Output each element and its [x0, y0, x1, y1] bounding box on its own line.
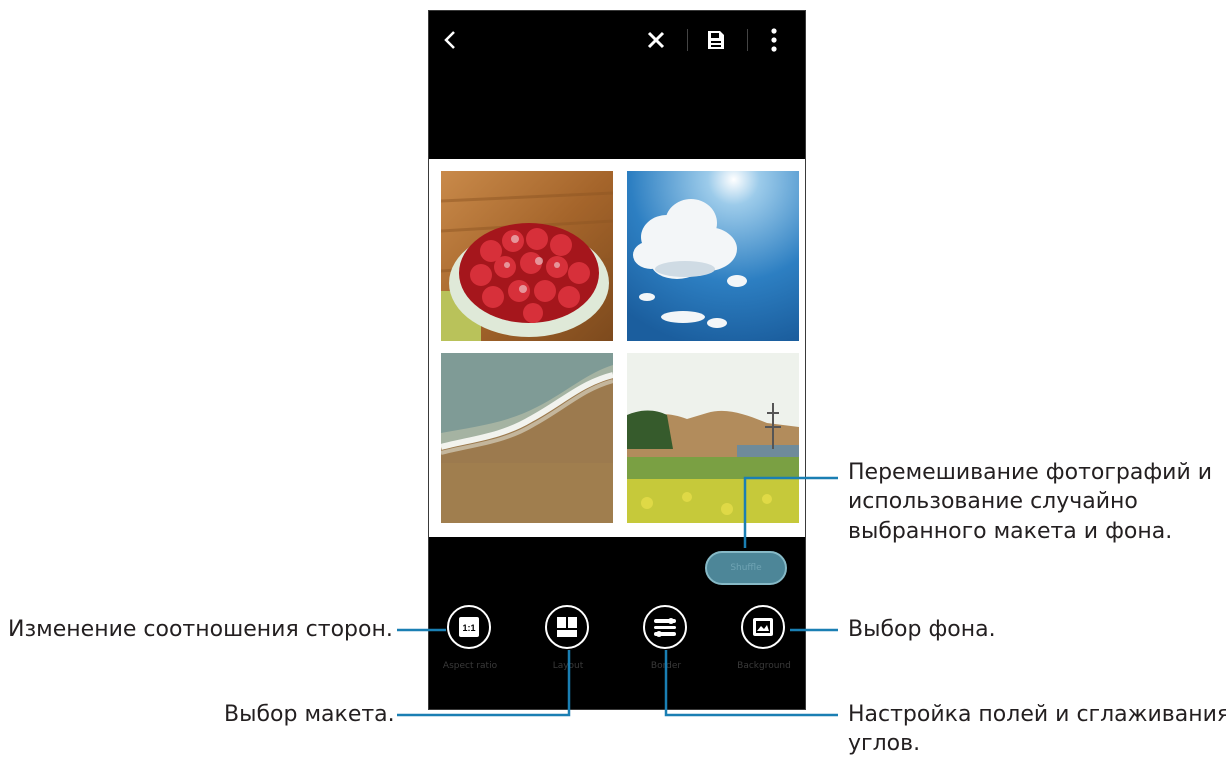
- shuffle-annotation-line3: выбранного макета и фона.: [848, 519, 1173, 544]
- shuffle-annotation-line1: Перемешивание фотографий и: [848, 460, 1213, 485]
- shuffle-callout-line: [743, 476, 838, 548]
- shuffle-annotation-line2: использование случайно: [848, 489, 1138, 514]
- border-annotation-line2: углов.: [848, 731, 921, 756]
- background-annotation: Выбор фона.: [848, 617, 996, 642]
- border-callout-line: [664, 650, 838, 717]
- layout-callout-line: [397, 650, 571, 717]
- border-annotation-line1: Настройка полей и сглаживания: [848, 702, 1226, 727]
- aspect-ratio-annotation: Изменение соотношения сторон.: [8, 617, 393, 642]
- callout-lines: [397, 476, 838, 717]
- layout-annotation: Выбор макета.: [224, 702, 395, 727]
